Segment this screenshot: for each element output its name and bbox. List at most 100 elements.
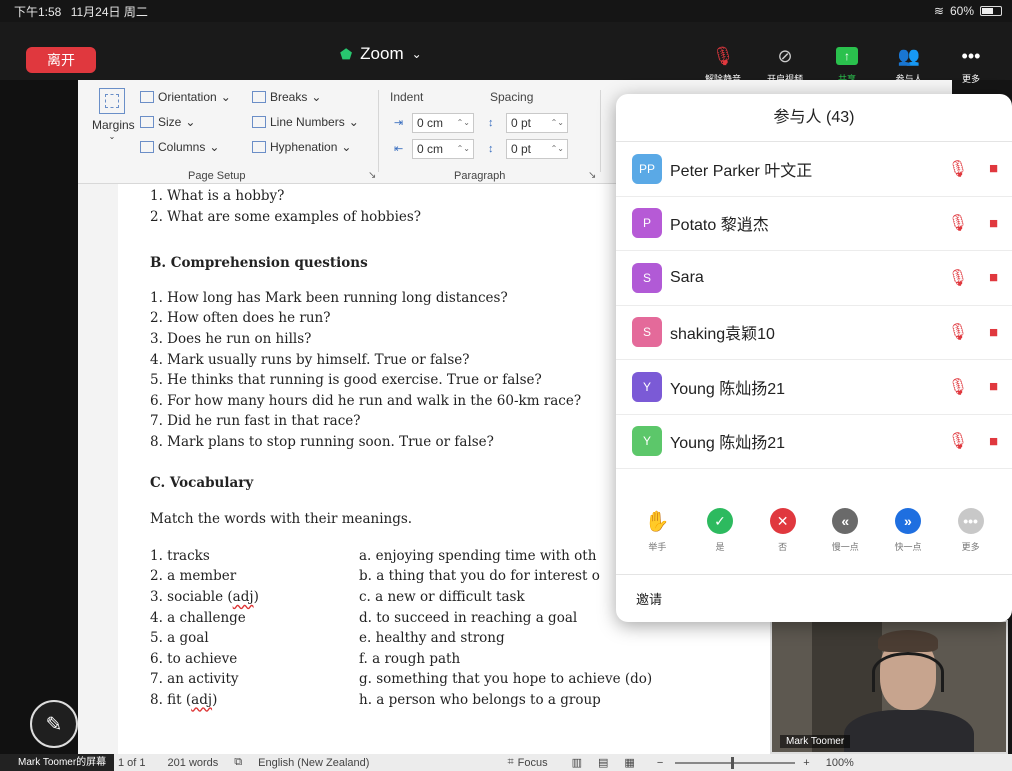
zoom-app: 下午1:58 11月24日 周二 ≋ 60% 离开 ⬟ Zoom ⌄ 🎙 解除静… <box>0 0 1012 771</box>
line-numbers-icon <box>252 116 266 128</box>
mic-off-icon: 🎙 <box>711 45 735 66</box>
reaction-label: 是 <box>715 542 725 552</box>
participants-panel: 参与人 (43) PP Peter Parker 叶文正 🎙 ■ P Potato 黎逍杰… <box>616 94 1012 622</box>
breaks-button[interactable]: Breaks ⌄ <box>252 90 321 104</box>
video-name-tag: Mark Toomer <box>780 735 851 748</box>
question-item: 5. He thinks that running is good exerci… <box>150 372 542 389</box>
reaction-label: 更多 <box>961 542 980 552</box>
meeting-title[interactable]: ⬟ Zoom ⌄ <box>340 44 422 64</box>
vocab-row: 6. to achieve f. a rough path <box>150 649 652 670</box>
web-layout-icon[interactable]: ▦ <box>624 756 634 769</box>
participant-row[interactable]: Y Young 陈灿扬21 🎙 ■ <box>616 415 1012 469</box>
size-icon <box>140 116 154 128</box>
zoom-in-icon[interactable]: + <box>803 757 809 769</box>
orientation-button[interactable]: Orientation ⌄ <box>140 90 231 104</box>
share-button[interactable]: ↑ 共享 <box>816 44 878 85</box>
video-off-icon: ■ <box>988 214 998 232</box>
no-button[interactable]: ✕ 否 <box>758 508 808 553</box>
size-button[interactable]: Size ⌄ <box>140 115 195 129</box>
page-setup-launcher-icon[interactable]: ↘ <box>368 170 376 181</box>
indent-left-value[interactable]: 0 cm <box>412 113 474 133</box>
hyphenation-button[interactable]: Hyphenation ⌄ <box>252 140 351 154</box>
line-numbers-button[interactable]: Line Numbers ⌄ <box>252 115 359 129</box>
ribbon-divider <box>600 90 601 172</box>
spacing-after-field[interactable]: ↕ 0 pt <box>488 139 568 159</box>
avatar: S <box>632 262 662 293</box>
shared-screen-label: Mark Toomer的屏幕 <box>0 754 114 771</box>
raise-hand-button[interactable]: ✋ 举手 <box>632 508 682 553</box>
read-mode-icon[interactable]: ▥ <box>572 756 582 769</box>
yes-icon: ✓ <box>706 508 733 534</box>
language-status[interactable]: English (New Zealand) <box>258 757 369 769</box>
margins-icon <box>99 88 125 114</box>
vocab-meaning: f. a rough path <box>359 650 461 667</box>
reaction-label: 快一点 <box>894 542 922 552</box>
spacing-label: Spacing <box>490 90 534 104</box>
mic-muted-icon: 🎙 <box>947 160 968 178</box>
faster-button[interactable]: » 快一点 <box>883 508 933 553</box>
print-layout-icon[interactable]: ▤ <box>598 756 608 769</box>
avatar: Y <box>632 371 662 402</box>
annotate-pen-button[interactable]: ✎ <box>30 700 78 748</box>
slower-icon: « <box>832 508 859 534</box>
participant-row[interactable]: PP Peter Parker 叶文正 🎙 ■ <box>616 142 1012 197</box>
video-off-icon: ⊘ <box>777 45 793 66</box>
indent-right-value[interactable]: 0 cm <box>412 139 474 159</box>
spacing-after-value[interactable]: 0 pt <box>506 139 568 159</box>
more-button[interactable]: ••• 更多 <box>940 44 1002 85</box>
vocab-row: 2. a member b. a thing that you do for in… <box>150 566 652 587</box>
zoom-slider[interactable] <box>675 756 796 769</box>
shield-icon: ⬟ <box>340 45 353 62</box>
participant-row[interactable]: S Sara 🎙 ■ <box>616 251 1012 306</box>
participants-button[interactable]: 👥 参与人 <box>878 44 940 85</box>
zoom-level[interactable]: 100% <box>826 757 854 769</box>
leave-button[interactable]: 离开 <box>26 47 96 73</box>
vocab-meaning: d. to succeed in reaching a goal <box>359 609 578 626</box>
video-off-icon: ■ <box>988 378 998 396</box>
participant-row[interactable]: P Potato 黎逍杰 🎙 ■ <box>616 197 1012 251</box>
word-count: 201 words <box>167 756 219 769</box>
yes-button[interactable]: ✓ 是 <box>695 508 745 553</box>
participant-name: Potato 黎逍杰 <box>670 217 769 235</box>
vocab-word: 1. tracks <box>150 547 210 564</box>
margins-label: Margins <box>92 118 135 132</box>
battery-percent: 60% <box>949 4 974 18</box>
vocab-word: 5. a goal <box>150 630 209 647</box>
mic-muted-icon: 🎙 <box>947 378 968 396</box>
reaction-label: 否 <box>778 542 788 552</box>
mic-muted-icon: 🎙 <box>947 324 968 342</box>
indent-right-field[interactable]: ⇤ 0 cm <box>394 139 474 159</box>
participant-video-tile[interactable]: Mark Toomer <box>770 620 1008 754</box>
focus-label[interactable]: Focus <box>518 757 548 769</box>
breaks-label: Breaks <box>270 90 308 104</box>
paragraph-launcher-icon[interactable]: ↘ <box>588 170 596 181</box>
vocab-row: 7. an activity g. something that you hope… <box>150 669 652 690</box>
avatar: P <box>632 208 662 239</box>
zoom-out-icon[interactable]: − <box>657 757 663 769</box>
participant-row[interactable]: Y Young 陈灿扬21 🎙 ■ <box>616 360 1012 415</box>
unmute-button[interactable]: 🎙 解除静音 <box>692 44 754 85</box>
vocab-word: 3. sociable (adj) <box>150 588 259 605</box>
proofing-icon[interactable]: ⧉ <box>234 756 242 769</box>
more-button[interactable]: ••• 更多 <box>946 508 996 553</box>
focus-icon[interactable]: ⌗ <box>507 756 513 769</box>
hyphenation-label: Hyphenation <box>270 140 338 154</box>
vocab-word: 7. an activity <box>150 671 239 688</box>
vocab-row: 8. fit (adj) h. a person who belongs to a… <box>150 690 652 711</box>
invite-button[interactable]: 邀请 <box>628 583 670 614</box>
start-video-button[interactable]: ⊘ 开启视频 <box>754 44 816 85</box>
more-icon: ••• <box>961 45 981 66</box>
indent-left-field[interactable]: ⇥ 0 cm <box>394 113 474 133</box>
video-off-icon: ■ <box>988 160 998 178</box>
margins-button[interactable]: Margins ⌄ <box>92 88 135 141</box>
chevron-down-icon: ⌄ <box>411 47 422 61</box>
participants-title: 参与人 (43) <box>616 94 1012 142</box>
columns-button[interactable]: Columns ⌄ <box>140 140 219 154</box>
avatar: S <box>632 317 662 348</box>
spacing-before-value[interactable]: 0 pt <box>506 113 568 133</box>
question-item: 1. How long has Mark been running long d… <box>150 289 508 306</box>
spacing-before-field[interactable]: ↕ 0 pt <box>488 113 568 133</box>
slower-button[interactable]: « 慢一点 <box>820 508 870 553</box>
nonverbal-feedback-row: ✋ 举手 ✓ 是 ✕ 否 «慢一点» 快一点 ••• 更多 <box>616 508 1012 553</box>
participant-row[interactable]: Sshaking袁颖10 🎙 ■ <box>616 306 1012 360</box>
